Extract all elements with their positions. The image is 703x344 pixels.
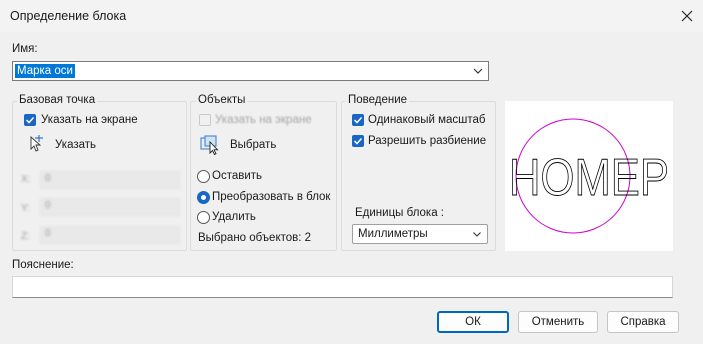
uniform-scale-checkbox[interactable]: [352, 114, 364, 126]
radio-convert-label[interactable]: Преобразовать в блок: [212, 191, 330, 203]
select-objects-button[interactable]: [199, 134, 221, 156]
close-icon: [681, 10, 693, 22]
x-label: X:: [21, 174, 31, 185]
select-objects-label[interactable]: Выбрать: [230, 139, 276, 151]
objects-title: Объекты: [196, 94, 248, 106]
preview-text: НОМЕР: [509, 149, 669, 207]
pick-point-icon: [30, 135, 43, 152]
cancel-label: Отменить: [531, 316, 585, 328]
pick-point-button[interactable]: [24, 134, 46, 156]
allow-explode-label[interactable]: Разрешить разбиение: [368, 135, 486, 147]
z-value: 0: [45, 228, 51, 239]
allow-explode-checkbox[interactable]: [352, 135, 364, 147]
close-button[interactable]: [676, 5, 698, 27]
selected-count: Выбрано объектов: 2: [198, 232, 312, 244]
uniform-scale-label[interactable]: Одинаковый масштаб: [368, 114, 486, 126]
select-objects-icon: [200, 135, 219, 156]
x-field: [40, 171, 180, 189]
name-combobox[interactable]: Марка оси: [12, 61, 489, 81]
window-title: Определение блока: [10, 9, 127, 23]
checkmark-icon: [353, 116, 363, 124]
y-value: 0: [45, 200, 51, 211]
block-preview-graphic: НОМЕР: [509, 118, 669, 234]
radio-delete[interactable]: [197, 211, 210, 224]
name-label: Имя:: [12, 43, 38, 55]
radio-convert[interactable]: [197, 191, 210, 204]
z-label: Z:: [21, 231, 30, 242]
block-units-value: Миллиметры: [358, 228, 428, 240]
objects-specify-checkbox: [199, 114, 211, 126]
block-units-label: Единицы блока :: [355, 207, 445, 219]
block-units-select[interactable]: Миллиметры: [352, 224, 488, 244]
x-value: 0: [45, 173, 51, 184]
base-point-title: Базовая точка: [17, 94, 98, 106]
y-field: [40, 198, 180, 216]
ok-button[interactable]: ОК: [437, 311, 509, 333]
block-preview: НОМЕР: [505, 101, 673, 251]
description-label: Пояснение:: [12, 259, 74, 271]
checkmark-icon: [25, 116, 35, 124]
pick-point-label[interactable]: Указать: [55, 139, 96, 151]
chevron-down-icon[interactable]: [472, 65, 484, 77]
z-field: [40, 226, 180, 244]
checkmark-icon: [353, 137, 363, 145]
y-label: Y:: [21, 203, 30, 214]
name-value[interactable]: Марка оси: [15, 64, 75, 78]
radio-retain[interactable]: [197, 170, 210, 183]
behavior-title: Поведение: [346, 94, 410, 106]
radio-retain-label[interactable]: Оставить: [212, 170, 262, 182]
help-button[interactable]: Справка: [607, 311, 679, 333]
radio-delete-label[interactable]: Удалить: [212, 211, 256, 223]
objects-specify-label: Указать на экране: [215, 114, 312, 126]
base-point-specify-label[interactable]: Указать на экране: [41, 114, 138, 126]
ok-label: ОК: [465, 316, 481, 328]
help-label: Справка: [620, 316, 666, 328]
cancel-button[interactable]: Отменить: [518, 311, 598, 333]
description-input[interactable]: [12, 276, 673, 298]
base-point-specify-checkbox[interactable]: [24, 114, 36, 126]
chevron-down-icon: [473, 232, 481, 237]
